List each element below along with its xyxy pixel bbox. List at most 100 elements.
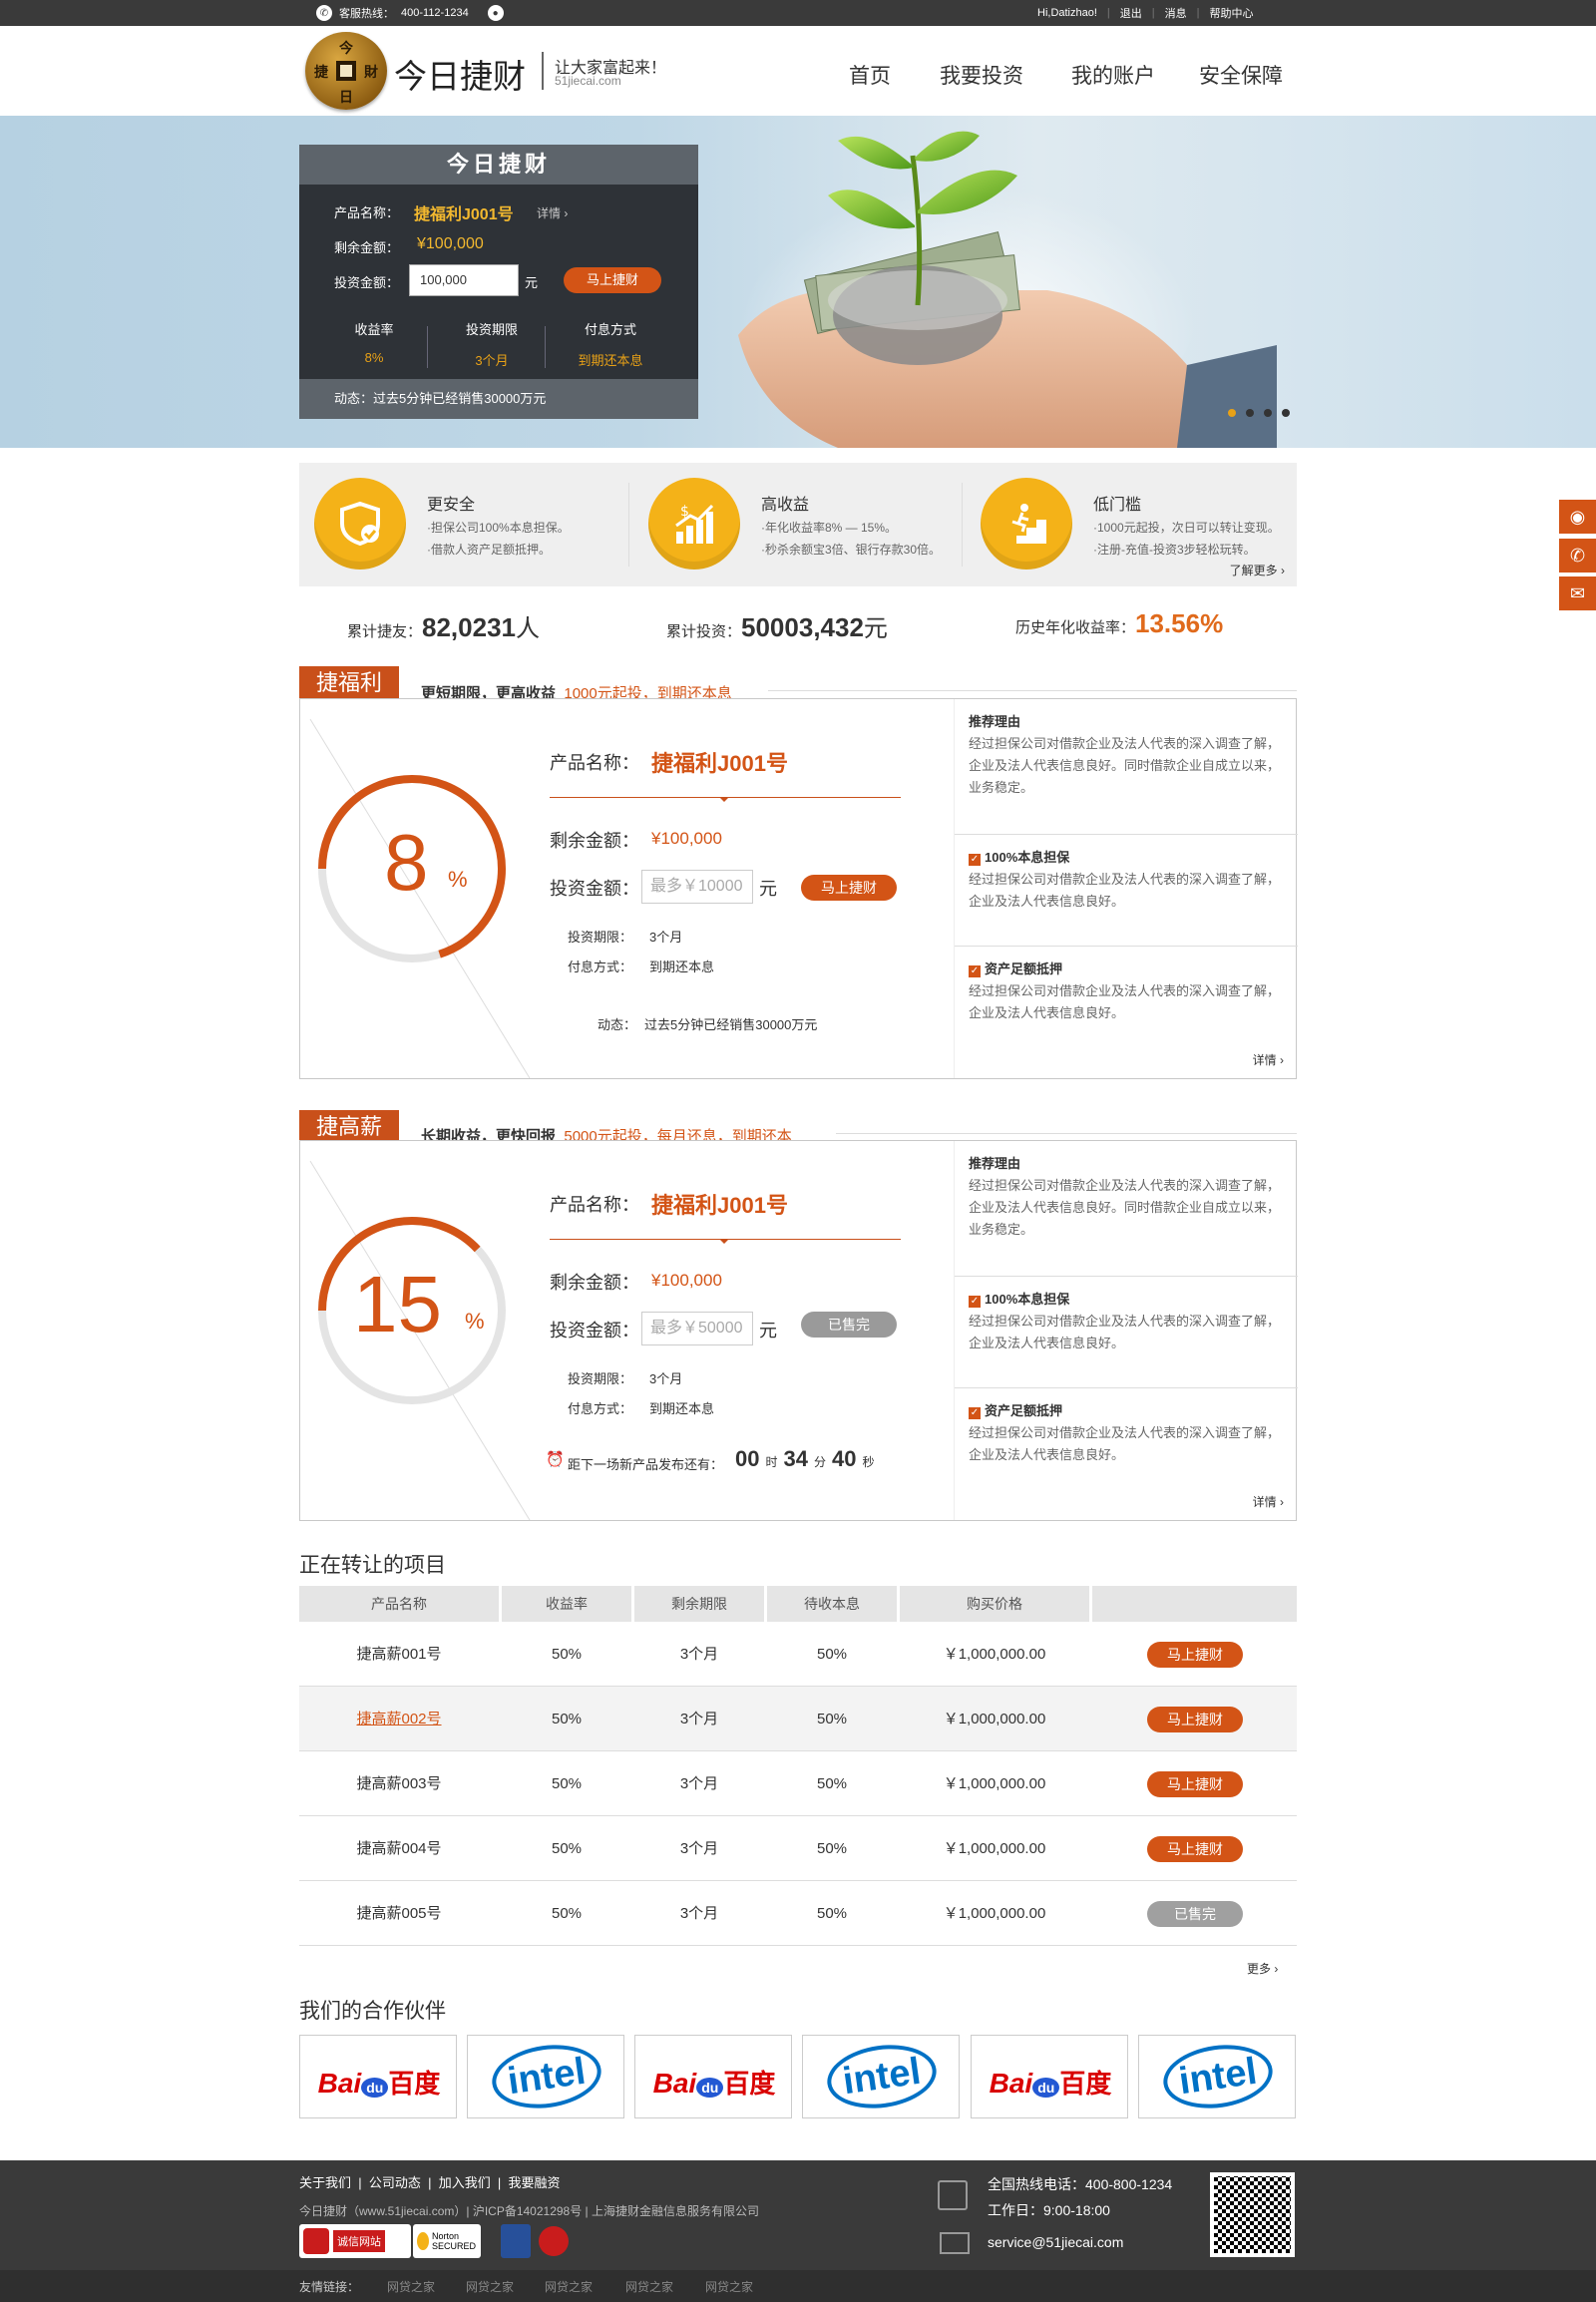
envelope-icon [940,2232,970,2254]
footer-email[interactable]: service@51jiecai.com [988,2234,1123,2250]
carousel-dot[interactable] [1246,409,1254,417]
row-rate: 50% [551,1840,583,1857]
friend-link[interactable]: 网贷之家 [705,2278,753,2295]
feature-title: 低门槛 [1093,497,1142,514]
rate-ring [309,718,531,1078]
chat-icon[interactable]: ● [487,5,504,21]
column-header: 购买价格 [900,1586,1089,1622]
footer-link[interactable]: 加入我们 [439,2175,491,2190]
row-name[interactable]: 捷高薪002号 [299,1687,499,1751]
reason-title: 100%本息担保 [985,1292,1070,1307]
invest-amount-input[interactable]: 最多￥10000 [641,870,753,904]
invest-label: 投资金额： [550,1321,639,1341]
nav-invest[interactable]: 我要投资 [940,60,1023,90]
learn-more-link[interactable]: 了解更多 [1230,564,1278,577]
detail-link[interactable]: 详情 [1253,1495,1277,1509]
news-text: 过去5分钟已经销售30000万元 [644,1017,818,1032]
period-label: 投资期限： [568,930,633,945]
invest-now-button[interactable]: 马上捷财 [1147,1771,1243,1797]
footer-link[interactable]: 公司动态 [369,2175,421,2190]
help-link[interactable]: 帮助中心 [1210,5,1254,21]
partner-intel-logo[interactable]: intel [467,2035,624,2118]
invest-now-button[interactable]: 马上捷财 [564,267,661,293]
footer-link[interactable]: 关于我们 [299,2175,351,2190]
product-name[interactable]: 捷福利J001号 [414,200,514,224]
rate-number: 8 [384,818,429,907]
carousel-dot[interactable] [1282,409,1290,417]
remain-label: 剩余金额： [550,1273,639,1293]
sold-out-button[interactable]: 已售完 [1147,1901,1243,1927]
payment-value: 到期还本息 [649,1401,715,1416]
qq-chat-icon[interactable]: ◉ [1559,500,1596,534]
invest-unit: 元 [759,879,777,899]
alarm-clock-icon: ⏰ [546,1451,565,1468]
row-name[interactable]: 捷高薪005号 [299,1881,499,1946]
reason-text: 经过担保公司对借款企业及法人代表的深入调查了解，企业及法人代表信息良好。 [969,1425,1281,1462]
carousel-dot[interactable] [1228,409,1236,417]
messages-link[interactable]: 消息 [1165,5,1187,21]
product-name[interactable]: 捷福利J001号 [651,1188,788,1220]
friend-links-label: 友情链接： [299,2280,360,2294]
payment-value: 到期还本息 [649,959,715,974]
partner-baidu-logo[interactable]: Bai du 百度 [634,2035,792,2118]
reason-text: 经过担保公司对借款企业及法人代表的深入调查了解，企业及法人代表信息良好。同时借款… [969,736,1281,795]
invest-now-button[interactable]: 马上捷财 [1147,1836,1243,1862]
row-price: ￥1,000,000.00 [943,1905,1046,1922]
partner-baidu-logo[interactable]: Bai du 百度 [299,2035,457,2118]
carousel-dots[interactable] [1228,409,1290,417]
partner-intel-logo[interactable]: intel [802,2035,960,2118]
mail-icon[interactable]: ✉ [1559,576,1596,610]
more-link[interactable]: 更多 [1247,1962,1271,1976]
reason-text: 经过担保公司对借款企业及法人代表的深入调查了解，企业及法人代表信息良好。 [969,983,1281,1020]
friend-link[interactable]: 网贷之家 [387,2278,435,2295]
invest-now-button[interactable]: 马上捷财 [801,875,897,901]
logo-name[interactable]: 今日捷财 [394,50,526,98]
feature-line: ·借款人资产足额抵押。 [427,543,551,557]
period-label: 投资期限 [465,322,518,337]
product-name[interactable]: 捷福利J001号 [651,746,788,778]
invest-unit: 元 [525,275,539,290]
sold-out-button[interactable]: 已售完 [801,1312,897,1338]
footer-link[interactable]: 我要融资 [509,2175,561,2190]
detail-link[interactable]: 详情 [1253,1053,1277,1067]
carousel-dot[interactable] [1264,409,1272,417]
friend-link[interactable]: 网贷之家 [545,2278,593,2295]
feature-line: ·注册-充值-投资3步轻松玩转。 [1093,543,1256,557]
seal-badge-icon[interactable] [539,2226,569,2256]
police-badge-icon[interactable] [501,2224,531,2258]
row-name[interactable]: 捷高薪003号 [299,1751,499,1816]
phone-icon[interactable]: ✆ [1559,539,1596,573]
logout-link[interactable]: 退出 [1120,5,1142,21]
remain-value: ¥100,000 [651,829,722,848]
nav-security[interactable]: 安全保障 [1199,60,1283,90]
table-row: 捷高薪004号 50% 3个月 50% ￥1,000,000.00 马上捷财 [299,1816,1297,1881]
friend-link[interactable]: 网贷之家 [466,2278,514,2295]
row-name[interactable]: 捷高薪001号 [299,1622,499,1687]
partner-intel-logo[interactable]: intel [1138,2035,1296,2118]
feature-line: ·年化收益率8% — 15%。 [761,521,898,535]
reason-text: 经过担保公司对借款企业及法人代表的深入调查了解，企业及法人代表信息良好。同时借款… [969,1178,1281,1237]
partner-baidu-logo[interactable]: Bai du 百度 [971,2035,1128,2118]
invest-now-button[interactable]: 马上捷财 [1147,1642,1243,1668]
payment-label: 付息方式 [584,322,636,337]
icp-info: 今日捷财（www.51jiecai.com）| 沪ICP备14021298号 |… [299,2204,760,2218]
friend-link[interactable]: 网贷之家 [625,2278,673,2295]
row-price: ￥1,000,000.00 [943,1646,1046,1663]
row-due: 50% [816,1711,848,1727]
nav-home[interactable]: 首页 [849,60,891,90]
money-plant-hand-image [738,131,1277,448]
norton-secured-badge[interactable]: Norton SECURED [413,2224,481,2258]
row-name[interactable]: 捷高薪004号 [299,1816,499,1881]
invest-amount-input[interactable]: 100,000 [409,264,519,296]
nav-account[interactable]: 我的账户 [1071,60,1155,90]
feature-line: ·秒杀余额宝3倍、银行存款30倍。 [761,543,942,557]
stat-investment: 累计投资：50003,432元 [666,612,888,642]
detail-link[interactable]: 详情 [537,206,561,220]
trust-site-badge[interactable]: 诚信网站 [299,2224,411,2258]
invest-amount-input[interactable]: 最多￥50000 [641,1312,753,1345]
countdown-timer: 00 时 34 分 40 秒 [735,1446,875,1471]
invest-now-button[interactable]: 马上捷财 [1147,1707,1243,1732]
column-header: 待收本息 [767,1586,897,1622]
logo-coin-icon[interactable]: 今 捷 財 日 [305,32,387,110]
checkbox-icon: ✓ [969,1407,981,1419]
